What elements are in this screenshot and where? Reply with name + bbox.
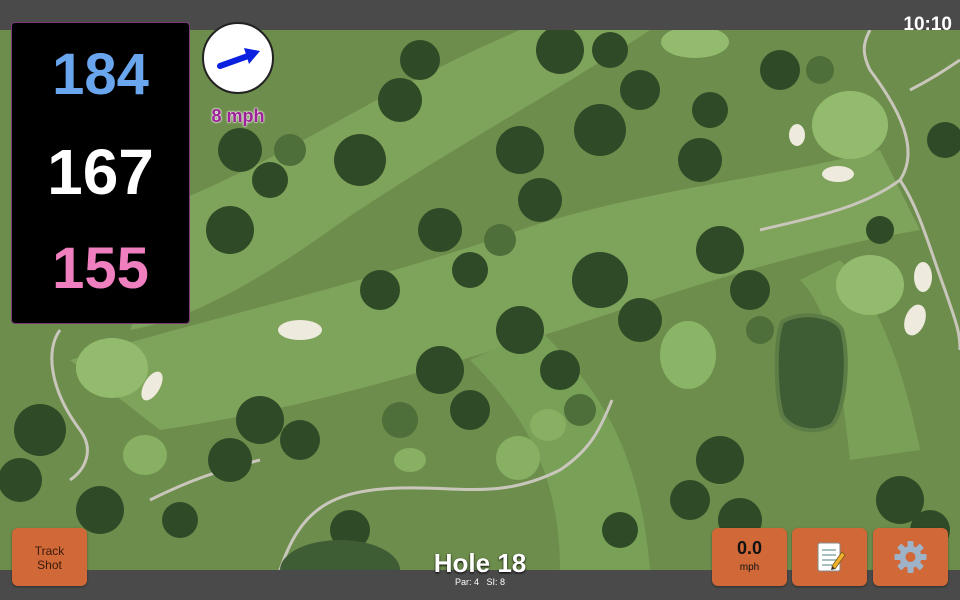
distance-back: 184: [52, 42, 149, 107]
memo-icon: [817, 542, 846, 572]
gear-icon: [894, 541, 927, 573]
notes-button[interactable]: [792, 528, 867, 586]
hole-title: Hole 18: [433, 548, 527, 578]
speed-unit: mph: [739, 562, 760, 573]
settings-button[interactable]: [873, 528, 948, 586]
speed-value: 0.0: [736, 538, 763, 558]
si-label: SI: 8: [486, 577, 506, 587]
distance-front: 155: [52, 236, 149, 301]
speed-button[interactable]: 0.0 mph: [712, 528, 787, 586]
wind-indicator: [202, 22, 274, 94]
wind-speed: 8 mph: [211, 106, 265, 126]
distance-middle: 167: [47, 136, 154, 208]
arrow-right-icon: [217, 48, 260, 69]
track-shot-button[interactable]: Track Shot: [12, 528, 87, 586]
clock-time: 10:10: [903, 14, 952, 35]
hole-info: Par: 4 SI: 8: [380, 577, 580, 587]
distance-panel: 184 167 155: [11, 22, 190, 324]
track-shot-label: Track Shot: [34, 544, 65, 572]
par-label: Par: 4: [454, 577, 479, 587]
